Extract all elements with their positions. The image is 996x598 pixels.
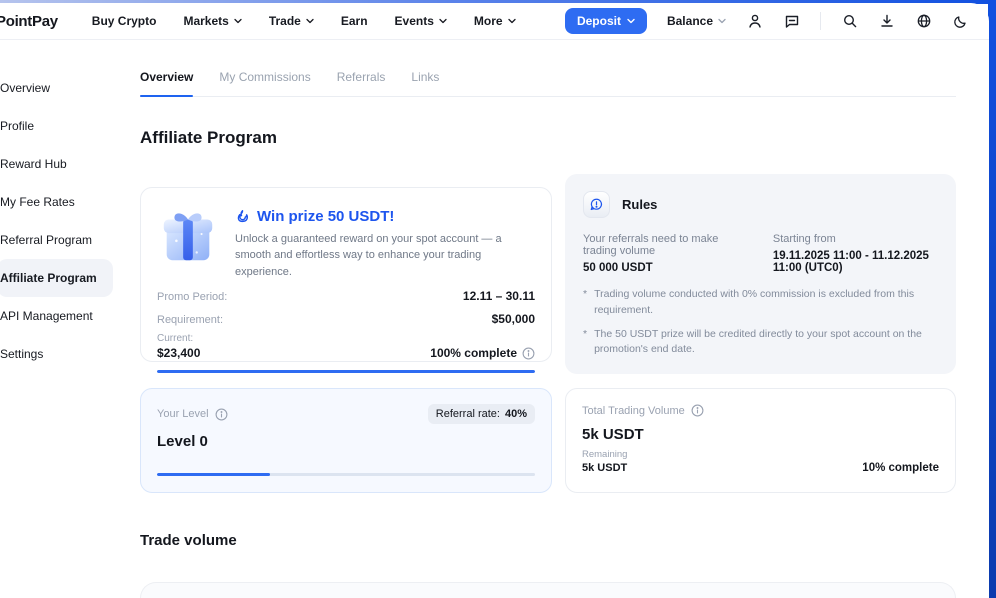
sidebar-item-reward-hub[interactable]: Reward Hub xyxy=(0,145,140,183)
rules-period-col: Starting from 19.11.2025 11:00 - 11.12.2… xyxy=(773,233,938,274)
chevron-down-icon xyxy=(508,17,516,25)
main-nav: Buy Crypto Markets Trade Earn Events xyxy=(92,14,516,28)
cards-row-1: Win prize 50 USDT! Unlock a guaranteed r… xyxy=(140,174,956,374)
chevron-down-icon xyxy=(439,17,447,25)
sidebar: Overview Profile Reward Hub My Fee Rates… xyxy=(0,40,140,373)
trade-volume-table: Referrer Level Referral Trade Volume (US… xyxy=(140,582,956,598)
info-icon[interactable] xyxy=(215,408,228,421)
info-icon[interactable] xyxy=(691,404,704,417)
globe-icon[interactable] xyxy=(915,13,932,30)
message-icon[interactable] xyxy=(783,13,800,30)
rules-volume-col: Your referrals need to make trading volu… xyxy=(583,233,735,274)
sidebar-item-my-fee-rates[interactable]: My Fee Rates xyxy=(0,183,140,221)
current-row: Current: $23,400 100% complete xyxy=(157,333,535,360)
total-trading-volume-label: Total Trading Volume xyxy=(582,404,704,417)
promo-title: Win prize 50 USDT! xyxy=(235,208,535,225)
trade-volume-title: Trade volume xyxy=(140,532,956,549)
chevron-down-icon xyxy=(627,17,635,25)
chevron-down-icon xyxy=(718,17,726,25)
search-icon[interactable] xyxy=(841,13,858,30)
pointpay-logo[interactable]: PointPay xyxy=(0,13,58,30)
page: PointPay Buy Crypto Markets Trade Earn xyxy=(0,3,989,598)
user-icon[interactable] xyxy=(746,13,763,30)
divider xyxy=(820,12,821,30)
sidebar-item-overview[interactable]: Overview xyxy=(0,69,140,107)
nav-item-buy-crypto[interactable]: Buy Crypto xyxy=(92,14,157,28)
main-panel: Overview My Commissions Referrals Links … xyxy=(140,40,956,598)
nav-right-controls: Deposit Balance xyxy=(565,8,969,34)
sidebar-item-profile[interactable]: Profile xyxy=(0,107,140,145)
nav-item-earn[interactable]: Earn xyxy=(341,14,368,28)
balance-dropdown[interactable]: Balance xyxy=(667,14,726,28)
promo-description: Unlock a guaranteed reward on your spot … xyxy=(235,231,535,281)
promo-progress-bar xyxy=(157,370,535,373)
requirement-row: Requirement: $50,000 xyxy=(157,312,535,326)
sidebar-item-referral-program[interactable]: Referral Program xyxy=(0,221,140,259)
page-title: Affiliate Program xyxy=(140,128,956,148)
promo-period-row: Promo Period: 12.11 – 30.11 xyxy=(157,289,535,303)
flame-icon xyxy=(235,209,250,224)
volume-complete-label: 10% complete xyxy=(862,462,939,474)
nav-item-events[interactable]: Events xyxy=(395,14,447,28)
info-icon[interactable] xyxy=(522,347,535,360)
volume-value: 5k USDT xyxy=(582,426,939,443)
promo-complete-label: 100% complete xyxy=(430,346,535,360)
chevron-down-icon xyxy=(234,17,242,25)
tab-bar: Overview My Commissions Referrals Links xyxy=(140,70,956,97)
app-window: PointPay Buy Crypto Markets Trade Earn xyxy=(0,0,996,598)
tab-links[interactable]: Links xyxy=(411,70,439,96)
total-trading-volume-card: Total Trading Volume 5k USDT Remaining 5… xyxy=(565,388,956,493)
nav-item-more[interactable]: More xyxy=(474,14,516,28)
moon-icon[interactable] xyxy=(952,13,969,30)
table-header-row: Referrer Level Referral Trade Volume (US… xyxy=(141,583,955,598)
chevron-down-icon xyxy=(306,17,314,25)
window-frame-right xyxy=(988,0,996,598)
sidebar-item-api-management[interactable]: API Management xyxy=(0,297,140,335)
content-area: Overview Profile Reward Hub My Fee Rates… xyxy=(0,40,989,598)
deposit-button[interactable]: Deposit xyxy=(565,8,647,34)
tab-referrals[interactable]: Referrals xyxy=(337,70,386,96)
your-level-label: Your Level xyxy=(157,408,228,421)
rule-note: * Trading volume conducted with 0% commi… xyxy=(583,287,938,319)
referral-rate-badge: Referral rate: 40% xyxy=(428,404,535,424)
promo-card: Win prize 50 USDT! Unlock a guaranteed r… xyxy=(140,187,552,362)
tab-overview[interactable]: Overview xyxy=(140,70,193,96)
chat-alert-icon xyxy=(583,191,610,218)
level-progress-bar xyxy=(157,473,535,476)
rules-title: Rules xyxy=(622,197,657,212)
download-icon[interactable] xyxy=(878,13,895,30)
level-value: Level 0 xyxy=(157,433,535,450)
nav-item-trade[interactable]: Trade xyxy=(269,14,314,28)
top-navigation: PointPay Buy Crypto Markets Trade Earn xyxy=(0,3,989,40)
nav-item-markets[interactable]: Markets xyxy=(183,14,241,28)
sidebar-item-affiliate-program[interactable]: Affiliate Program xyxy=(0,259,113,297)
rules-card: Rules Your referrals need to make tradin… xyxy=(565,174,956,374)
your-level-card: Your Level Referral rate: 40% Level 0 xyxy=(140,388,552,493)
rule-note: * The 50 USDT prize will be credited dir… xyxy=(583,327,938,359)
tab-my-commissions[interactable]: My Commissions xyxy=(219,70,310,96)
sidebar-item-settings[interactable]: Settings xyxy=(0,335,140,373)
cards-row-2: Your Level Referral rate: 40% Level 0 xyxy=(140,388,956,493)
gift-icon xyxy=(157,204,219,266)
